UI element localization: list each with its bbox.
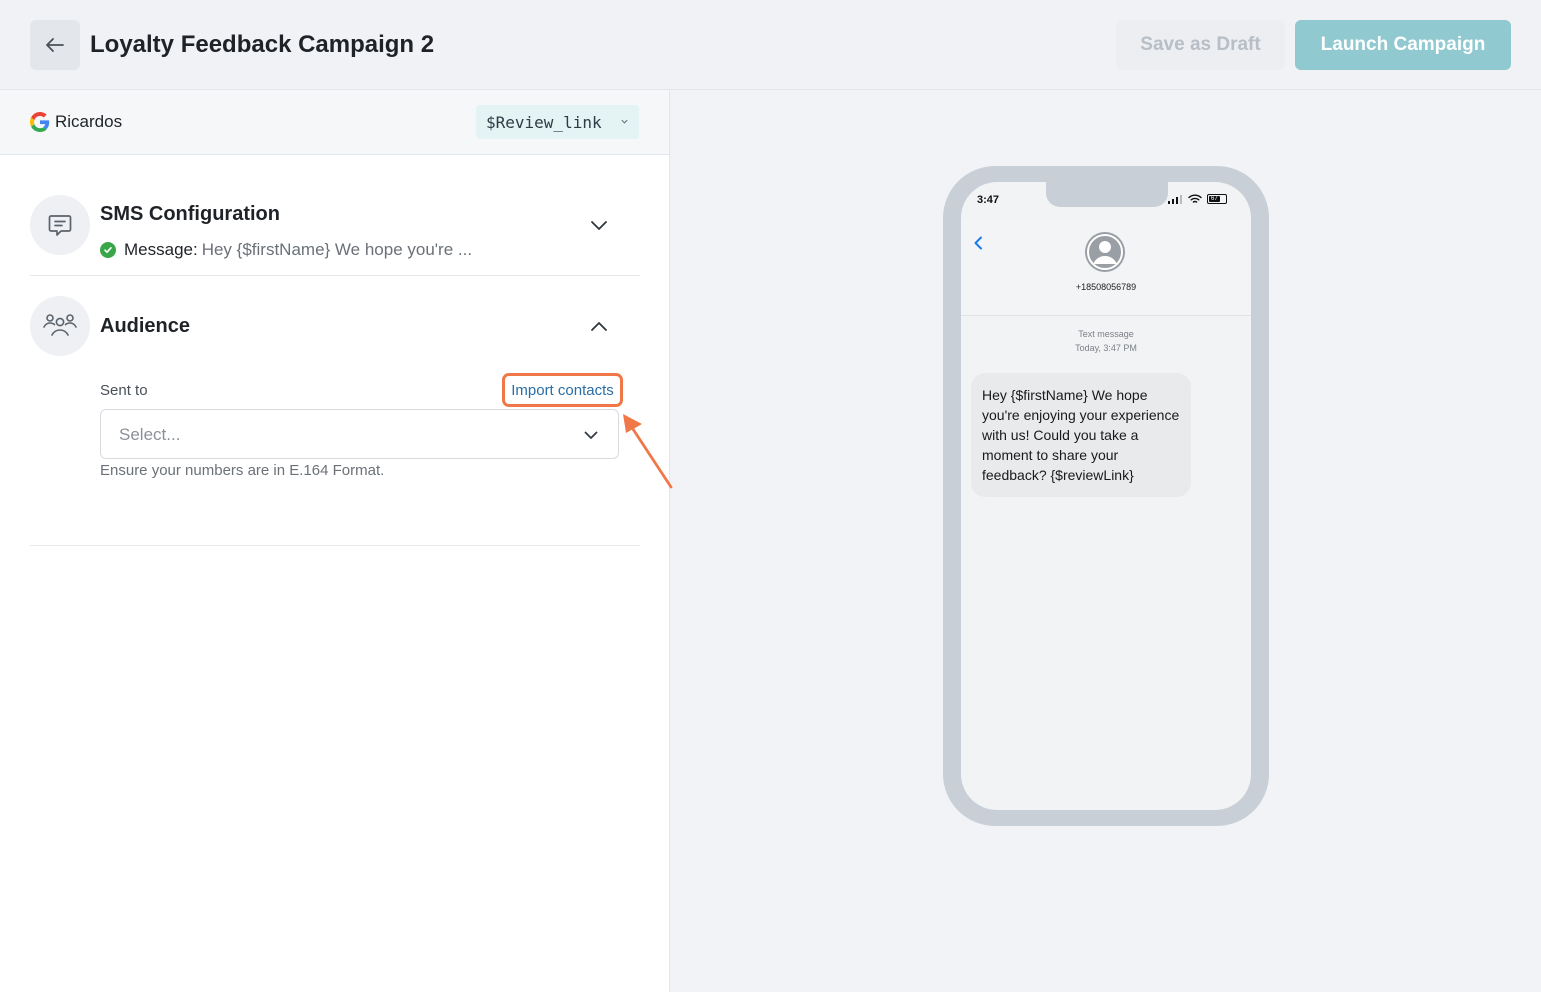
chat-bubble-icon <box>48 215 72 236</box>
review-link-dropdown[interactable]: $Review_link <box>476 105 639 139</box>
sent-to-label: Sent to <box>100 382 148 399</box>
chevron-down-icon <box>621 119 628 124</box>
audience-section-title: Audience <box>100 315 191 337</box>
message-summary: Message: Hey {$firstName} We hope you're… <box>100 240 472 260</box>
section-divider <box>30 545 640 546</box>
message-meta-label: Text message <box>1078 329 1134 339</box>
chevron-up-icon[interactable] <box>588 315 610 337</box>
arrow-left-icon <box>46 38 64 52</box>
chevron-down-icon <box>584 431 598 439</box>
import-contacts-link[interactable]: Import contacts <box>502 373 623 407</box>
format-hint: Ensure your numbers are in E.164 Format. <box>100 462 385 479</box>
review-link-label: $Review_link <box>486 112 602 132</box>
users-icon <box>43 314 77 336</box>
message-label: Message: <box>124 240 198 259</box>
audience-section-header[interactable]: Audience <box>30 296 640 356</box>
contact-avatar <box>1085 232 1125 272</box>
message-preview: Hey {$firstName} We hope you're ... <box>201 240 473 259</box>
phone-status-icons: 67 <box>1167 194 1227 204</box>
select-placeholder: Select... <box>119 425 181 444</box>
sms-section-icon-wrap <box>30 195 90 255</box>
phone-preview: 3:47 67 +18508056789 Text message Today,… <box>943 166 1269 826</box>
configuration-panel: Ricardos $Review_link SMS Configuration … <box>0 90 670 992</box>
page-title: Loyalty Feedback Campaign 2 <box>90 31 435 58</box>
contact-number: +18508056789 <box>1075 282 1137 292</box>
save-as-draft-button[interactable]: Save as Draft <box>1116 20 1285 70</box>
message-thread-header: +18508056789 <box>961 220 1251 316</box>
section-divider <box>30 275 640 276</box>
signal-icon <box>1168 195 1182 204</box>
chevron-down-icon[interactable] <box>588 214 610 236</box>
top-bar: Loyalty Feedback Campaign 2 Save as Draf… <box>0 0 1541 90</box>
business-name: Ricardos <box>55 112 123 131</box>
launch-campaign-button[interactable]: Launch Campaign <box>1295 20 1511 70</box>
message-meta-time: Today, 3:47 PM <box>1075 343 1137 353</box>
wifi-icon <box>1188 194 1202 203</box>
google-icon <box>30 112 50 132</box>
chevron-left-icon[interactable] <box>973 236 983 250</box>
audience-section-icon-wrap <box>30 296 90 356</box>
sms-configuration-section[interactable]: SMS Configuration Message: Hey {$firstNa… <box>30 195 640 265</box>
phone-screen: 3:47 67 +18508056789 Text message Today,… <box>961 182 1251 810</box>
check-circle-icon <box>100 242 116 258</box>
audience-select[interactable]: Select... <box>100 409 619 459</box>
sms-section-title: SMS Configuration <box>100 203 280 225</box>
back-button[interactable] <box>30 20 80 70</box>
battery-level: 67 <box>1211 196 1218 202</box>
battery-icon: 67 <box>1207 194 1227 204</box>
person-icon <box>1087 234 1123 270</box>
business-bar: Ricardos $Review_link <box>0 90 669 155</box>
phone-time: 3:47 <box>977 194 1000 206</box>
phone-notch <box>1046 182 1168 207</box>
message-bubble: Hey {$firstName} We hope you're enjoying… <box>971 373 1191 497</box>
